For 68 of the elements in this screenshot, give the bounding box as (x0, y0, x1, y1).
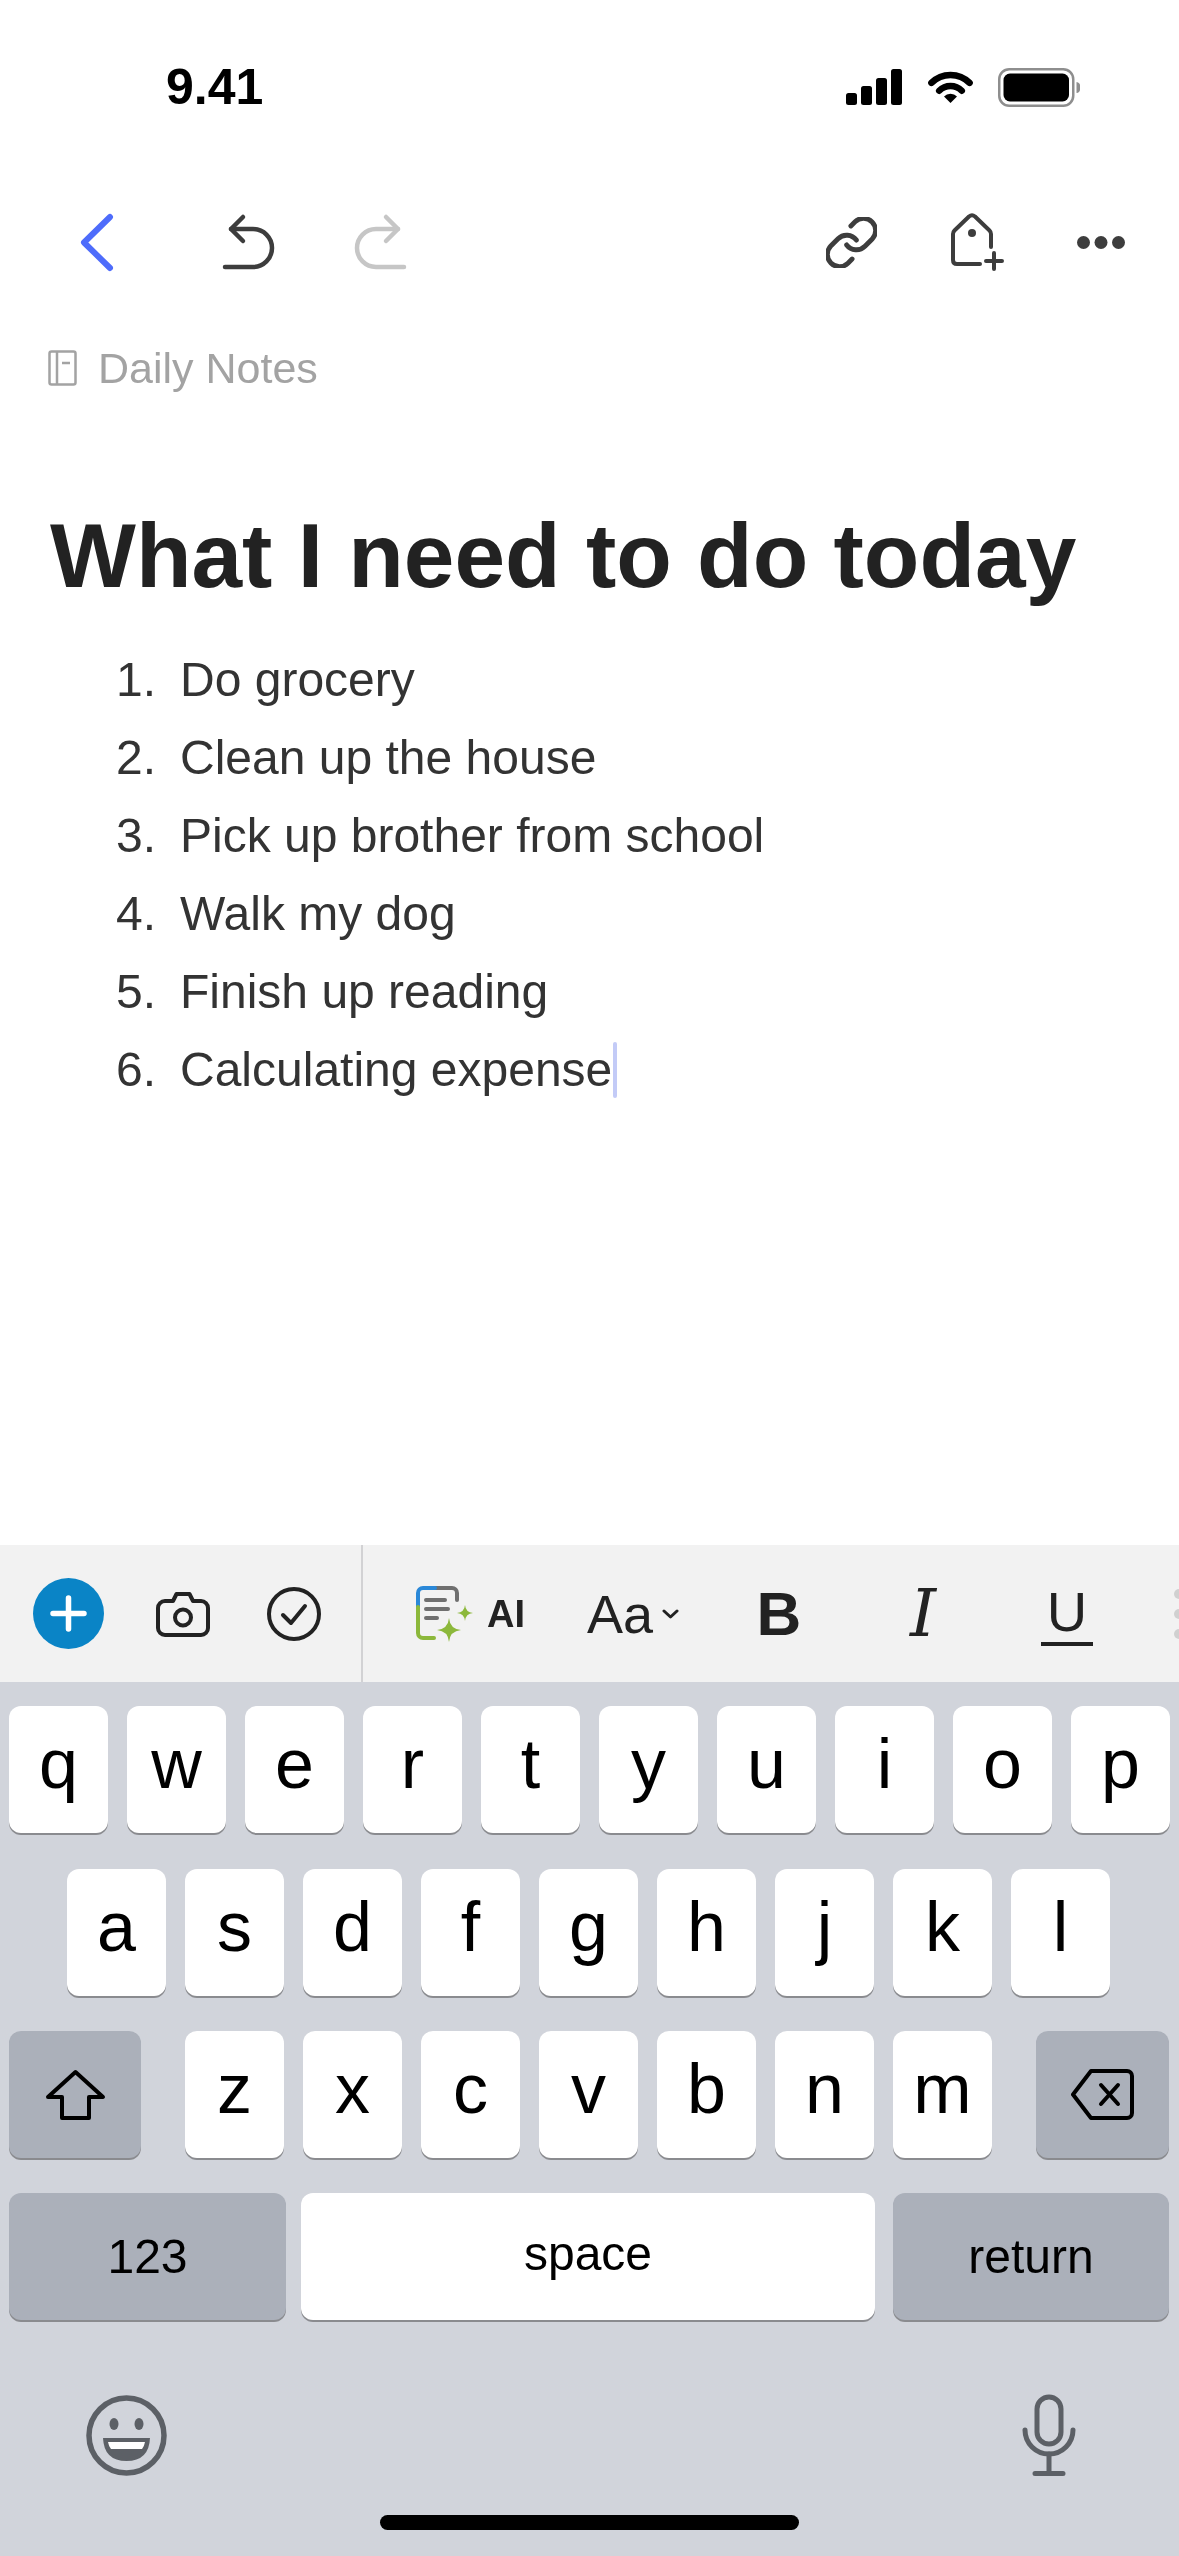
letter-key[interactable]: y (599, 1706, 698, 1833)
letter-key[interactable]: z (185, 2031, 284, 2158)
letter-key[interactable]: e (245, 1706, 344, 1833)
list-number: 5. (116, 968, 158, 1016)
link-icon[interactable] (826, 216, 877, 268)
underline-button[interactable]: U (1041, 1581, 1093, 1646)
note-title: What I need to do today (50, 504, 1077, 608)
list-number: 6. (116, 1046, 158, 1094)
letter-key[interactable]: b (657, 2031, 756, 2158)
letter-key[interactable]: w (127, 1706, 226, 1833)
list-number: 4. (116, 890, 158, 938)
letter-key[interactable]: l (1011, 1869, 1110, 1996)
sparkle-document-icon (415, 1584, 474, 1643)
shift-icon (44, 2068, 106, 2121)
shift-key[interactable] (9, 2031, 141, 2158)
backspace-key[interactable] (1036, 2031, 1169, 2158)
signal-icon (846, 69, 902, 105)
letter-key[interactable]: p (1071, 1706, 1170, 1833)
plus-icon[interactable] (33, 1578, 104, 1649)
list-number: 1. (116, 656, 158, 704)
list-item-text: Pick up brother from school (180, 812, 765, 860)
bold-button[interactable]: B (754, 1581, 804, 1646)
backspace-icon (1071, 2068, 1134, 2121)
status-time: 9.41 (166, 62, 264, 112)
list-item-text: Clean up the house (180, 734, 597, 782)
checkmark-circle-icon[interactable] (267, 1586, 321, 1641)
list-item-text: Do grocery (180, 656, 415, 704)
italic-button[interactable]: I (896, 1581, 950, 1646)
letter-key[interactable]: u (717, 1706, 816, 1833)
letter-key[interactable]: d (303, 1869, 402, 1996)
microphone-icon[interactable] (1021, 2394, 1077, 2477)
letter-key[interactable]: f (421, 1869, 520, 1996)
letter-key[interactable]: x (303, 2031, 402, 2158)
battery-icon (998, 67, 1080, 107)
function-key[interactable]: 123 (9, 2193, 286, 2320)
text-style-button[interactable]: Aa (587, 1581, 679, 1646)
wifi-icon (925, 69, 976, 105)
ai-button[interactable]: AI (415, 1581, 525, 1646)
letter-key[interactable]: r (363, 1706, 462, 1833)
letter-key[interactable]: v (539, 2031, 638, 2158)
notebook-icon (48, 350, 77, 386)
caret-icon (662, 1608, 679, 1619)
letter-key[interactable]: c (421, 2031, 520, 2158)
list-number: 2. (116, 734, 158, 782)
letter-key[interactable]: q (9, 1706, 108, 1833)
list-item-text: Walk my dog (180, 890, 456, 938)
letter-key[interactable]: a (67, 1869, 166, 1996)
letter-key[interactable]: s (185, 1869, 284, 1996)
camera-icon[interactable] (156, 1590, 210, 1637)
letter-key[interactable]: n (775, 2031, 874, 2158)
letter-key[interactable]: j (775, 1869, 874, 1996)
chevron-left-icon[interactable] (79, 212, 114, 272)
function-key[interactable]: return (893, 2193, 1169, 2320)
letter-key[interactable]: k (893, 1869, 992, 1996)
letter-key[interactable]: t (481, 1706, 580, 1833)
space-key[interactable]: space (301, 2193, 875, 2320)
letter-key[interactable]: h (657, 1869, 756, 1996)
letter-key[interactable]: g (539, 1869, 638, 1996)
list-item-text: Calculating expense (180, 1046, 613, 1094)
tag-plus-icon[interactable] (949, 212, 1005, 272)
list-number: 3. (116, 812, 158, 860)
letter-key[interactable]: m (893, 2031, 992, 2158)
letter-key[interactable]: o (953, 1706, 1052, 1833)
smiley-icon[interactable] (86, 2395, 167, 2476)
undo-icon[interactable] (222, 212, 276, 272)
more-icon[interactable] (1077, 235, 1125, 249)
list-item-text: Finish up reading (180, 968, 549, 1016)
letter-key[interactable]: i (835, 1706, 934, 1833)
